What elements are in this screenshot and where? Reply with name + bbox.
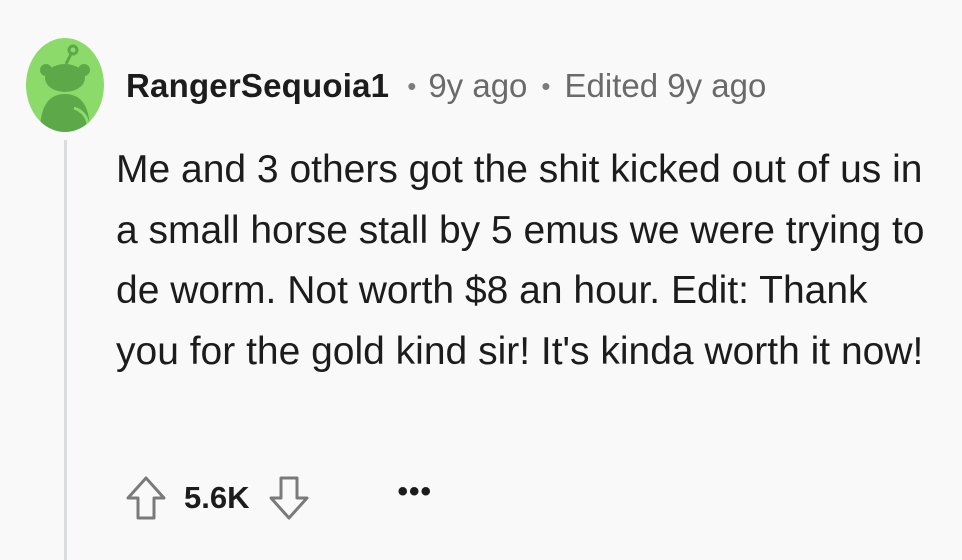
more-options-button[interactable]: •••	[397, 477, 432, 507]
snoo-avatar-icon	[40, 44, 90, 132]
upvote-arrow-icon	[126, 476, 166, 520]
username-link[interactable]: RangerSequoia1	[126, 67, 389, 105]
avatar[interactable]	[26, 38, 104, 132]
downvote-button[interactable]	[267, 474, 311, 522]
comment-meta: RangerSequoia1 • 9y ago • Edited 9y ago	[126, 62, 766, 110]
comment: RangerSequoia1 • 9y ago • Edited 9y ago …	[0, 0, 962, 560]
timestamp[interactable]: 9y ago	[428, 67, 527, 105]
thread-line[interactable]	[64, 140, 67, 560]
edited-label: Edited 9y ago	[564, 67, 767, 104]
vote-score: 5.6K	[184, 480, 250, 515]
downvote-arrow-icon	[269, 476, 309, 520]
comment-actions: 5.6K •••	[124, 472, 432, 524]
meta-separator: •	[407, 70, 417, 101]
comment-body: Me and 3 others got the shit kicked out …	[116, 148, 925, 373]
meta-separator: •	[541, 70, 551, 101]
upvote-button[interactable]	[124, 474, 168, 522]
